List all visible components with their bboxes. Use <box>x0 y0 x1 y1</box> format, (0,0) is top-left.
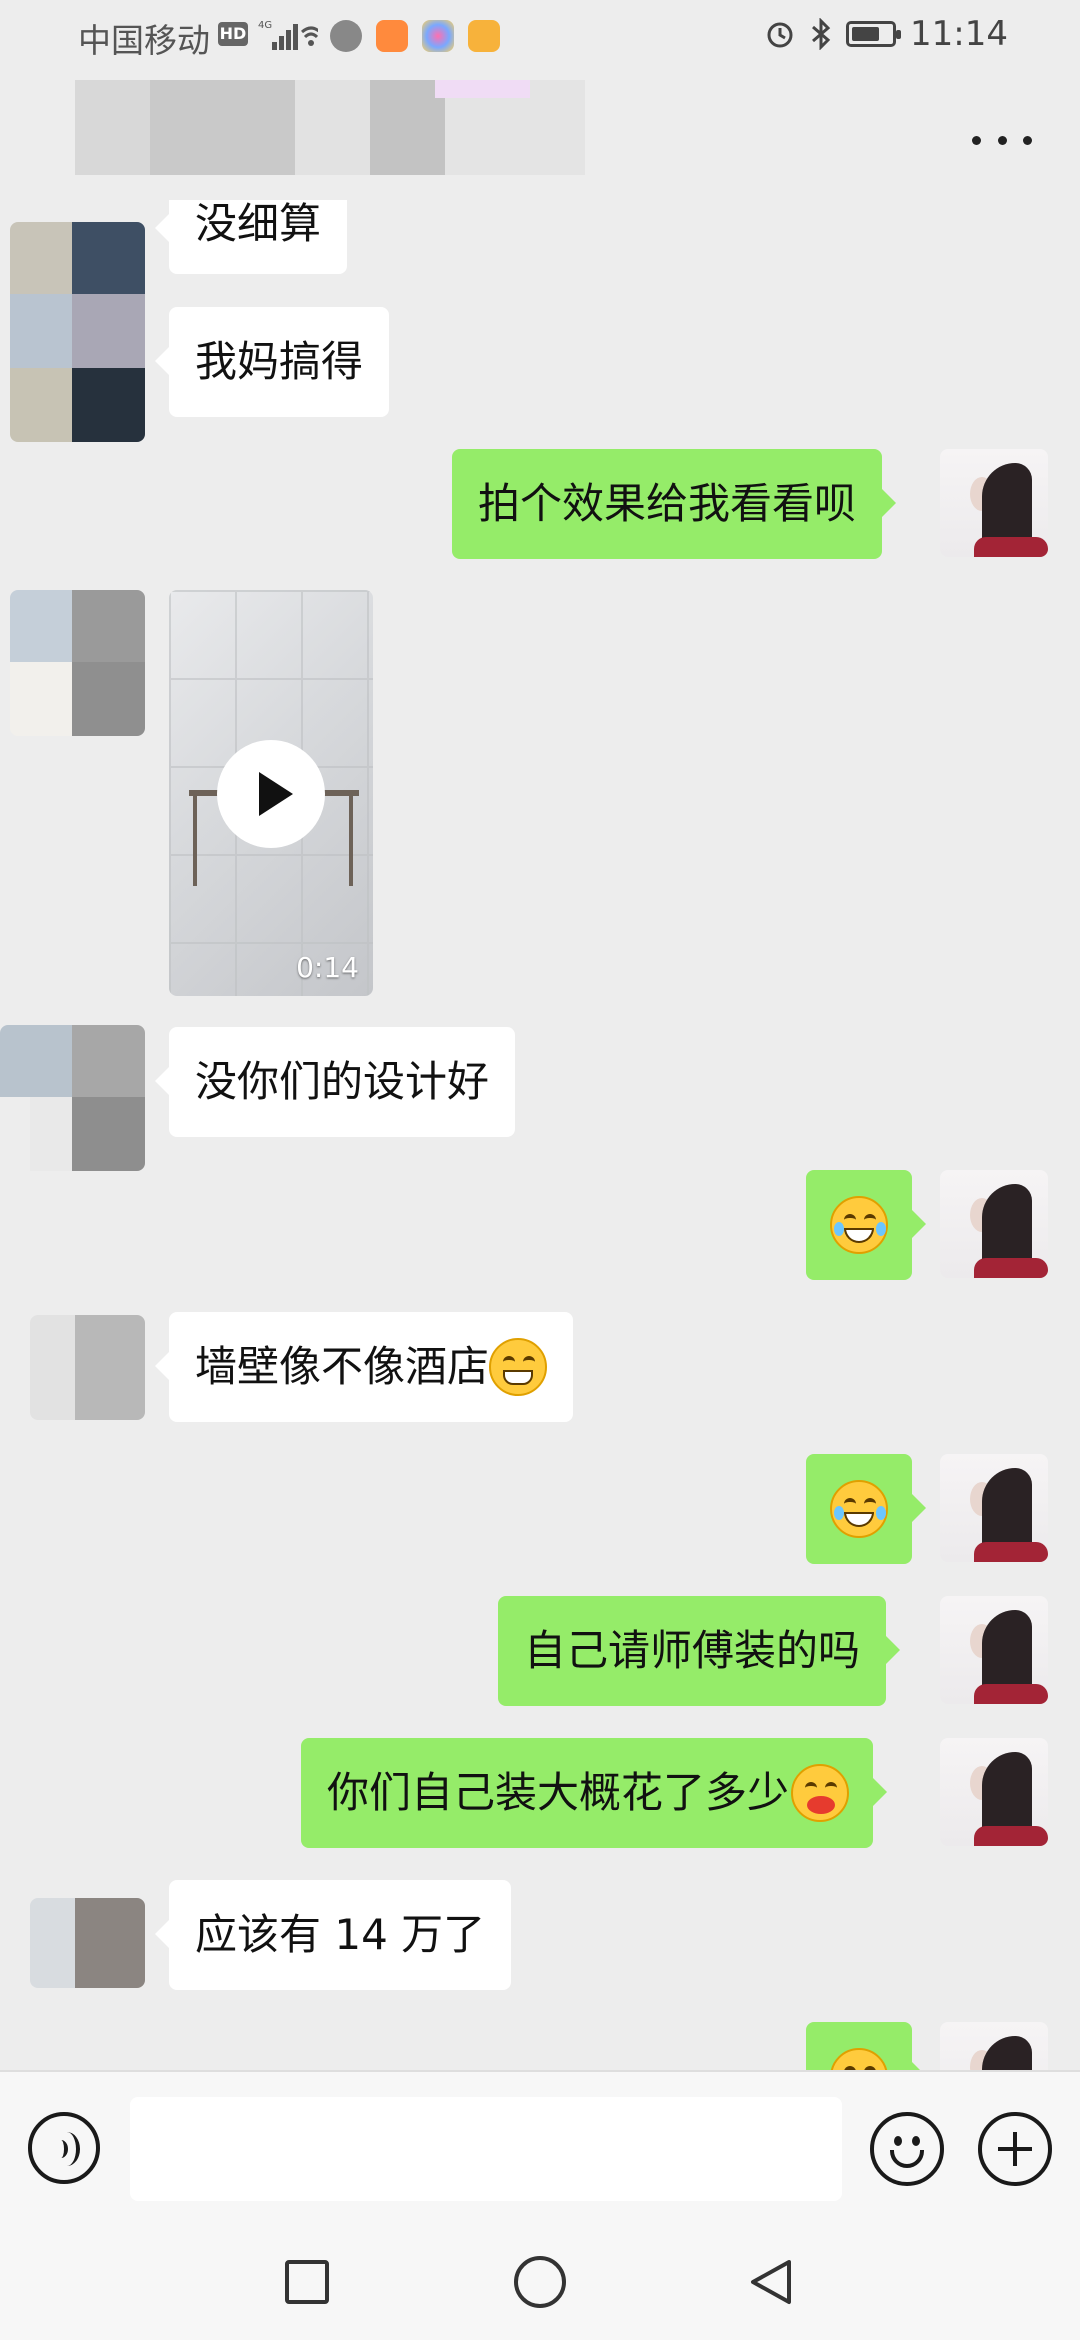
self-avatar[interactable] <box>940 1454 1048 1562</box>
voice-input-icon[interactable] <box>28 2112 100 2184</box>
outgoing-message[interactable]: 自己请师傅装的吗 <box>498 1596 901 1706</box>
input-bar <box>0 2070 1080 2222</box>
self-avatar[interactable] <box>940 1170 1048 1278</box>
emoji-icon[interactable] <box>870 2112 944 2186</box>
recent-apps-icon[interactable] <box>285 2260 329 2304</box>
alarm-icon <box>767 22 793 48</box>
status-right: 11:14 <box>764 14 1008 54</box>
wechat-notification-icon <box>330 20 362 52</box>
message-text: 墙壁像不像酒店 <box>195 1342 490 1391</box>
back-icon[interactable] <box>745 2256 797 2308</box>
signal-icon: 4G <box>258 20 318 50</box>
chat-messages[interactable]: 没细算 我妈搞得 拍个效果给我看看呗 0:14 没你们的设计好 墙壁像不像酒店 <box>0 200 1080 2070</box>
hand-over-mouth-emoji-icon <box>791 1764 850 1822</box>
incoming-message[interactable]: 应该有 14 万了 <box>154 1880 512 1990</box>
outgoing-emoji-message[interactable] <box>806 2022 926 2070</box>
contact-avatar[interactable] <box>30 1898 145 1988</box>
outgoing-emoji-message[interactable] <box>806 1170 926 1280</box>
contact-avatar[interactable] <box>10 222 145 442</box>
tears-of-joy-emoji-icon <box>830 2048 888 2070</box>
grinning-face-emoji-icon <box>489 1338 548 1396</box>
system-navigation-bar <box>0 2220 1080 2340</box>
outgoing-message[interactable]: 你们自己装大概花了多少 <box>301 1738 888 1848</box>
clock: 11:14 <box>910 14 1008 54</box>
video-app-icon <box>376 20 408 52</box>
contact-avatar[interactable] <box>0 1025 145 1171</box>
self-avatar[interactable] <box>940 1596 1048 1704</box>
message-text: 你们自己装大概花了多少 <box>327 1768 790 1817</box>
contact-avatar[interactable] <box>10 590 145 736</box>
svg-text:4G: 4G <box>258 20 272 31</box>
battery-icon <box>846 21 902 47</box>
more-options-button[interactable] <box>972 120 1032 160</box>
game-app-icon <box>468 20 500 52</box>
play-icon[interactable] <box>217 740 325 848</box>
tears-of-joy-emoji-icon <box>830 1196 888 1254</box>
carrier-name: 中国移动 <box>78 21 210 60</box>
video-message[interactable]: 0:14 <box>169 590 373 996</box>
contact-avatar[interactable] <box>30 1315 145 1420</box>
notification-icons <box>330 20 500 52</box>
self-avatar[interactable] <box>940 1738 1048 1846</box>
incoming-message[interactable]: 墙壁像不像酒店 <box>154 1312 574 1422</box>
status-bar: 中国移动 HD 4G 11:14 <box>0 0 1080 70</box>
self-avatar[interactable] <box>940 2022 1048 2070</box>
home-icon[interactable] <box>514 2256 566 2308</box>
chat-title-blurred <box>75 80 585 175</box>
outgoing-message[interactable]: 拍个效果给我看看呗 <box>452 449 897 559</box>
bluetooth-icon <box>812 18 831 50</box>
message-input[interactable] <box>130 2097 842 2201</box>
video-duration: 0:14 <box>296 951 359 984</box>
plus-icon[interactable] <box>978 2112 1052 2186</box>
more-dots-icon <box>972 135 981 145</box>
self-avatar[interactable] <box>940 449 1048 557</box>
chat-header <box>0 70 1080 200</box>
hd-badge: HD <box>218 22 248 46</box>
tears-of-joy-emoji-icon <box>830 1480 888 1538</box>
incoming-message[interactable]: 我妈搞得 <box>154 307 390 417</box>
photos-app-icon <box>422 20 454 52</box>
incoming-message[interactable]: 没细算 <box>154 200 348 274</box>
outgoing-emoji-message[interactable] <box>806 1454 926 1564</box>
incoming-message[interactable]: 没你们的设计好 <box>154 1027 516 1137</box>
